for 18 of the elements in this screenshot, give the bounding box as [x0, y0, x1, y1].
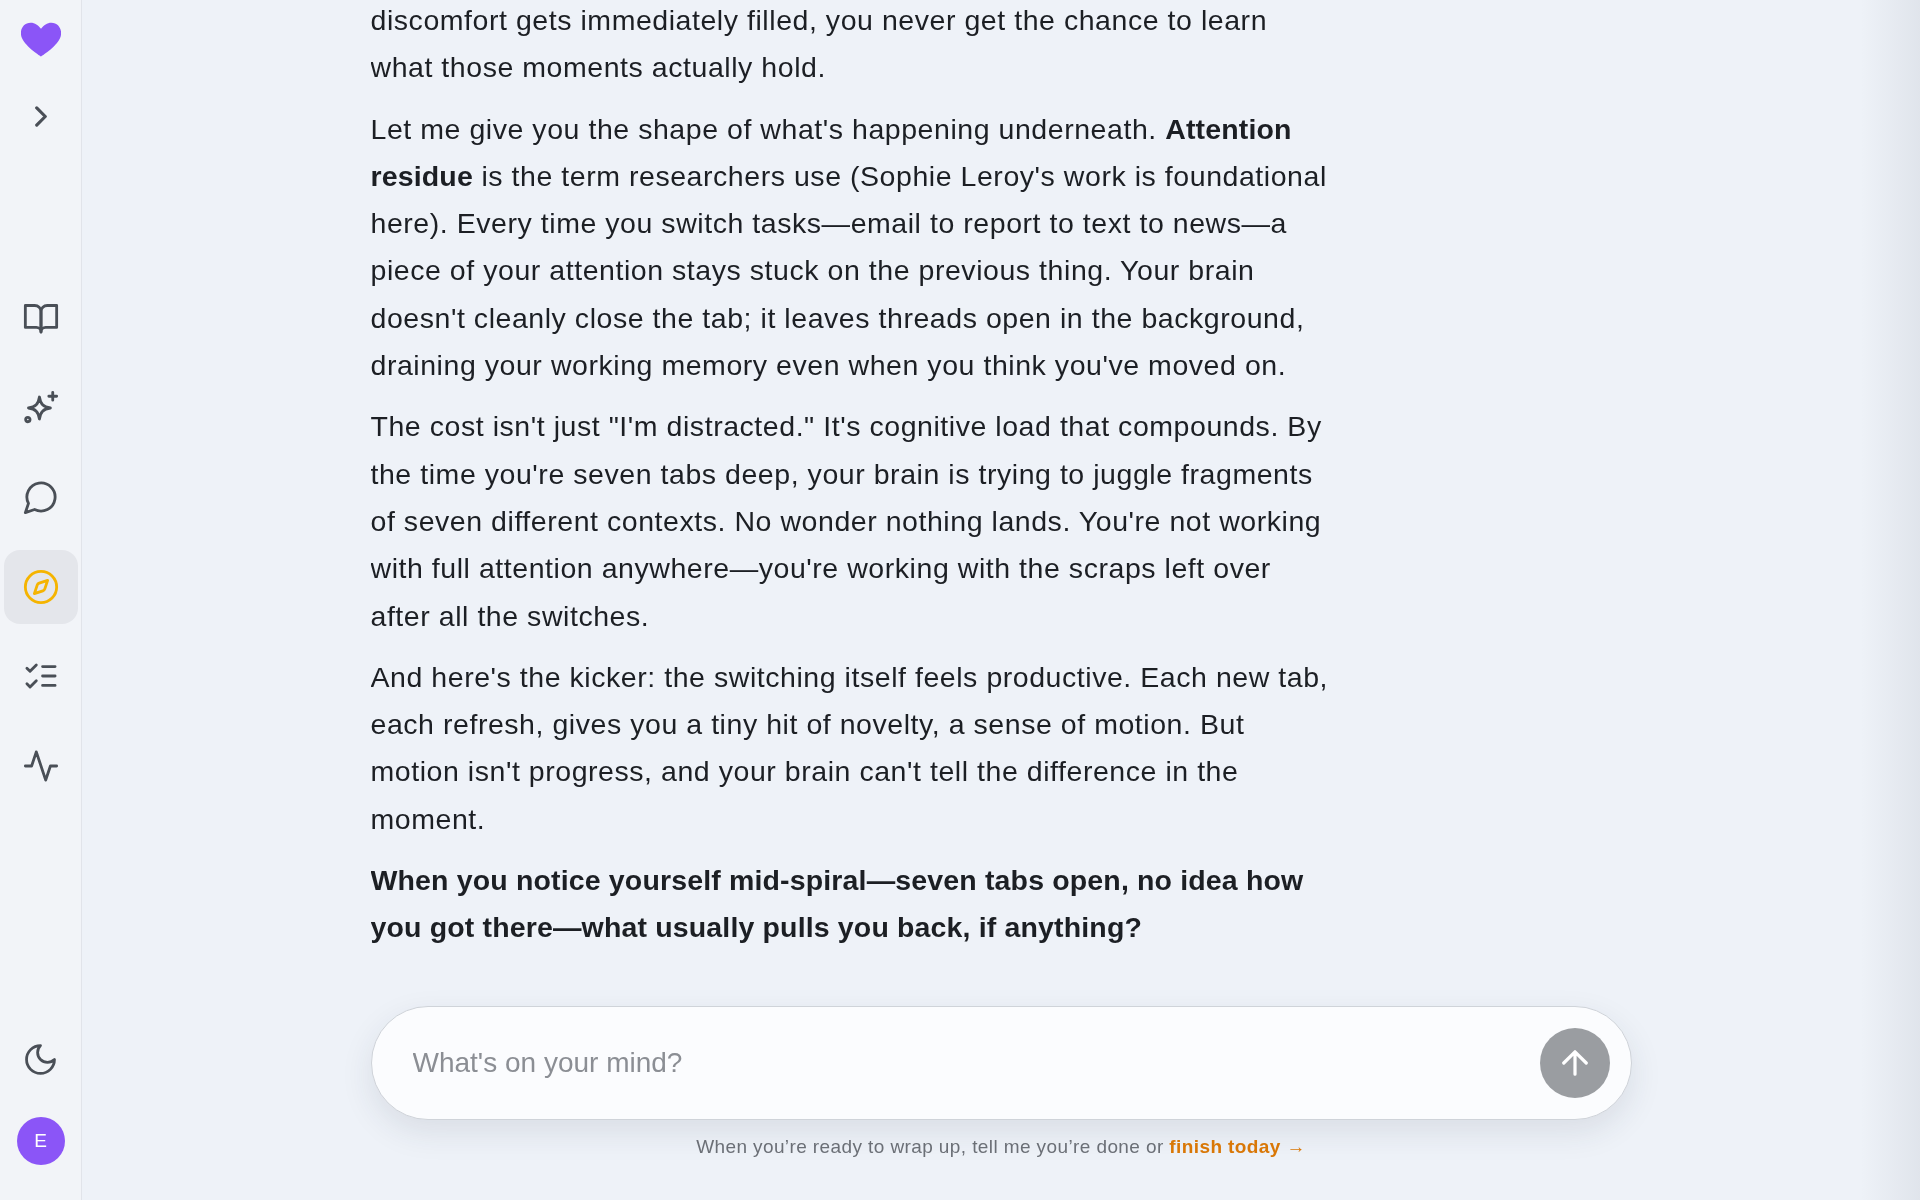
compass-icon	[22, 568, 59, 605]
message-paragraph: And here's the kicker: the switching itself feels productive. Each new tab, each refresh, gives you a tiny hit of novelty, a sense of motion. But motion isn't progress, and your brain can't tell the difference in the moment.	[370, 659, 1330, 837]
heart-icon	[20, 22, 61, 57]
message-paragraph: discomfort gets immediately filled, you never get the chance to learn what those moments actually hold.	[370, 3, 1269, 86]
pulse-line-icon	[22, 747, 59, 784]
sparkle-icon	[22, 389, 59, 426]
message-paragraph: Let me give you the shape of what's happening underneath. Attention residue is the term researchers use (Sophie Leroy's work is foundational here). Every time you switch tasks—email to report to text to news—a piece of your attention stays stuck on the previous thing. Your brain doesn't cleanly close the tab; it leaves threads open in the background, draining your working memory even when you think you've moved on.	[370, 111, 1328, 384]
chevron-right-icon	[34, 105, 47, 127]
message-input[interactable]: What's on your mind?	[412, 1033, 1524, 1093]
arrow-up-icon	[1561, 1050, 1588, 1076]
finish-today-link[interactable]: finish today →	[1169, 1136, 1306, 1157]
footer-hint: When you’re ready to wrap up, tell me you’re done or finish today →	[696, 1135, 1306, 1159]
question-paragraph: When you notice yourself mid-spiral—seven tabs open, no idea how you got there—what usually pulls you back, if anything?	[370, 863, 1305, 946]
user-avatar[interactable]: E	[16, 1117, 65, 1165]
message-paragraph: The cost isn't just "I'm distracted." It's cognitive load that compounds. By the time you're seven tabs deep, your brain is trying to juggle fragments of seven different contexts. No wonder nothing lands. You're not working with full attention anywhere—you're working with the scraps left over after all the switches.	[370, 409, 1323, 634]
message-composer[interactable]: What's on your mind?	[370, 1006, 1632, 1120]
moon-icon	[25, 1043, 56, 1075]
chat-bubble-icon	[22, 479, 59, 515]
